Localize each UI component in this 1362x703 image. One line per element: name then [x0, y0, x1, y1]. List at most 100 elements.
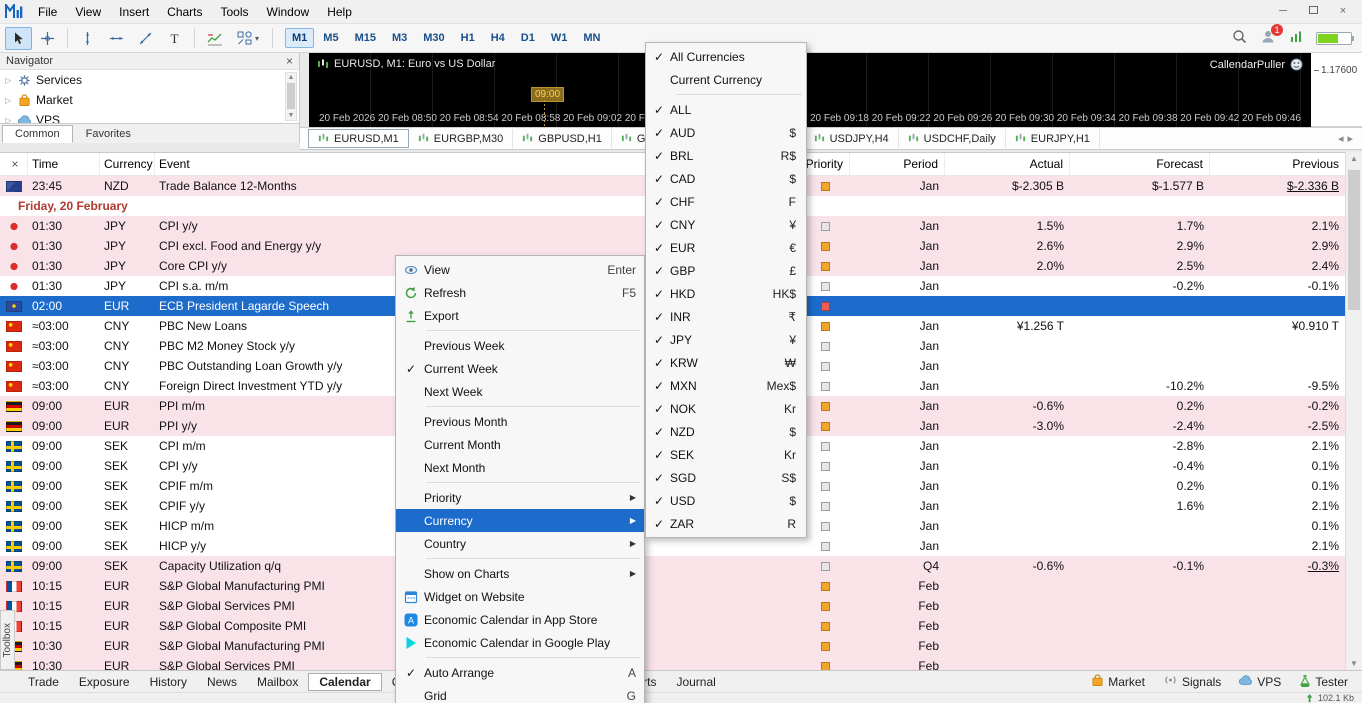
context-menu-item-previous-week[interactable]: Previous Week — [396, 334, 644, 357]
col-header-currency[interactable]: Currency — [100, 153, 155, 175]
currency-menu-item-gbp[interactable]: ✓ GBP £ — [646, 259, 806, 282]
navigator-item-services[interactable]: ▷ Services — [0, 70, 299, 90]
toolbox-side-tab[interactable]: Toolbox — [0, 610, 15, 670]
navigator-tab-common[interactable]: Common — [2, 125, 73, 143]
timeframe-w1[interactable]: W1 — [544, 28, 575, 48]
currency-menu-item-current-currency[interactable]: Current Currency — [646, 68, 806, 91]
chart-tab-gbpusd-h1[interactable]: GBPUSD,H1 — [513, 129, 612, 148]
col-header-actual[interactable]: Actual — [945, 153, 1070, 175]
currency-menu-item-nzd[interactable]: ✓ NZD $ — [646, 420, 806, 443]
context-menu-item-priority[interactable]: Priority ▶ — [396, 486, 644, 509]
chart-tab-usdchf-daily[interactable]: USDCHF,Daily — [899, 129, 1006, 148]
context-menu-item-economic-calendar-in-app-store[interactable]: A Economic Calendar in App Store — [396, 608, 644, 631]
context-menu-item-country[interactable]: Country ▶ — [396, 532, 644, 555]
calendar-scrollbar[interactable]: ▲ ▼ — [1345, 152, 1362, 670]
context-menu-item-view[interactable]: View Enter — [396, 258, 644, 281]
currency-menu-item-eur[interactable]: ✓ EUR € — [646, 236, 806, 259]
col-header-time[interactable]: Time — [28, 153, 100, 175]
toolbox-tab-calendar[interactable]: Calendar — [308, 672, 382, 691]
menubar-item-tools[interactable]: Tools — [212, 1, 258, 23]
toolbox-tab-exposure[interactable]: Exposure — [69, 673, 140, 691]
currency-menu-item-jpy[interactable]: ✓ JPY ¥ — [646, 328, 806, 351]
col-header-forecast[interactable]: Forecast — [1070, 153, 1210, 175]
trendline-tool-icon[interactable] — [132, 27, 159, 50]
expert-advisor-label[interactable]: CallendarPuller — [1210, 58, 1303, 71]
timeframe-m5[interactable]: M5 — [316, 28, 345, 48]
calendar-event-row[interactable]: 10:15 EUR S&P Global Manufacturing PMI Feb — [0, 576, 1345, 596]
toolbox-tab-history[interactable]: History — [140, 673, 197, 691]
timeframe-h4[interactable]: H4 — [484, 28, 512, 48]
menubar-item-window[interactable]: Window — [258, 1, 319, 23]
context-menu-item-widget-on-website[interactable]: Widget on Website — [396, 585, 644, 608]
chart-tab-eurjpy-h1[interactable]: EURJPY,H1 — [1006, 129, 1100, 148]
navigator-tab-favorites[interactable]: Favorites — [73, 125, 144, 143]
crosshair-tool-icon[interactable] — [34, 27, 61, 50]
context-menu-item-previous-month[interactable]: Previous Month — [396, 410, 644, 433]
scrollbar-thumb[interactable] — [1348, 170, 1360, 310]
navigator-scrollbar[interactable]: ▲ ▼ — [285, 72, 297, 121]
chart-canvas[interactable]: EURUSD, M1: Euro vs US Dollar CallendarP… — [309, 53, 1311, 127]
search-icon[interactable] — [1232, 29, 1247, 47]
currency-menu-item-krw[interactable]: ✓ KRW ₩ — [646, 351, 806, 374]
timeframe-m15[interactable]: M15 — [348, 28, 383, 48]
currency-menu-item-sek[interactable]: ✓ SEK Kr — [646, 443, 806, 466]
objects-tool-icon[interactable]: ▾ — [230, 27, 266, 50]
indicators-tool-icon[interactable] — [201, 27, 228, 50]
currency-menu-item-aud[interactable]: ✓ AUD $ — [646, 121, 806, 144]
timeframe-d1[interactable]: D1 — [514, 28, 542, 48]
menubar-item-insert[interactable]: Insert — [110, 1, 158, 23]
expand-arrow-icon[interactable]: ▷ — [5, 96, 18, 105]
currency-menu-item-hkd[interactable]: ✓ HKD HK$ — [646, 282, 806, 305]
horizontal-line-tool-icon[interactable] — [103, 27, 130, 50]
maximize-icon[interactable] — [1298, 3, 1328, 21]
currency-menu-item-mxn[interactable]: ✓ MXN Mex$ — [646, 374, 806, 397]
context-menu-item-refresh[interactable]: Refresh F5 — [396, 281, 644, 304]
context-menu-item-grid[interactable]: Grid G — [396, 684, 644, 703]
calendar-close-icon[interactable]: × — [8, 157, 18, 171]
context-menu-item-show-on-charts[interactable]: Show on Charts ▶ — [396, 562, 644, 585]
col-header-previous[interactable]: Previous — [1210, 153, 1345, 175]
calendar-event-row[interactable]: 09:00 SEK HICP y/y Jan 2.1% — [0, 536, 1345, 556]
vertical-line-tool-icon[interactable] — [74, 27, 101, 50]
signals-chart-icon[interactable] — [1289, 30, 1303, 47]
context-menu-item-next-month[interactable]: Next Month — [396, 456, 644, 479]
context-menu-item-current-month[interactable]: Current Month — [396, 433, 644, 456]
expand-arrow-icon[interactable]: ▷ — [5, 76, 18, 85]
menubar-item-file[interactable]: File — [29, 1, 66, 23]
currency-menu-item-chf[interactable]: ✓ CHF F — [646, 190, 806, 213]
context-menu-item-currency[interactable]: Currency ▶ — [396, 509, 644, 532]
toolbox-tab-mailbox[interactable]: Mailbox — [247, 673, 308, 691]
currency-menu-item-brl[interactable]: ✓ BRL R$ — [646, 144, 806, 167]
status-link-signals[interactable]: Signals — [1163, 674, 1221, 689]
col-header-priority[interactable]: Priority — [800, 153, 850, 175]
timeframe-h1[interactable]: H1 — [454, 28, 482, 48]
menubar-item-charts[interactable]: Charts — [158, 1, 211, 23]
currency-menu-item-sgd[interactable]: ✓ SGD S$ — [646, 466, 806, 489]
context-menu-item-next-week[interactable]: Next Week — [396, 380, 644, 403]
calendar-event-row[interactable]: 10:15 EUR S&P Global Services PMI Feb — [0, 596, 1345, 616]
cursor-tool-icon[interactable] — [5, 26, 32, 50]
timeframe-m30[interactable]: M30 — [416, 28, 451, 48]
timeframe-m3[interactable]: M3 — [385, 28, 414, 48]
toolbox-tab-trade[interactable]: Trade — [18, 673, 69, 691]
context-menu-item-current-week[interactable]: ✓ Current Week — [396, 357, 644, 380]
currency-menu-item-nok[interactable]: ✓ NOK Kr — [646, 397, 806, 420]
currency-menu-item-zar[interactable]: ✓ ZAR R — [646, 512, 806, 535]
text-tool-icon[interactable]: T — [161, 27, 188, 50]
navigator-item-market[interactable]: ▷ Market — [0, 90, 299, 110]
calendar-event-row[interactable]: 10:30 EUR S&P Global Services PMI Feb — [0, 656, 1345, 670]
context-menu-item-auto-arrange[interactable]: ✓ Auto Arrange A — [396, 661, 644, 684]
close-icon[interactable]: × — [1328, 3, 1358, 21]
scroll-up-icon[interactable]: ▲ — [1346, 154, 1362, 163]
currency-menu-item-all-currencies[interactable]: ✓ All Currencies — [646, 45, 806, 68]
currency-menu-item-all[interactable]: ✓ ALL — [646, 98, 806, 121]
chart-tab-eurgbp-m30[interactable]: EURGBP,M30 — [409, 129, 514, 148]
menubar-item-view[interactable]: View — [66, 1, 110, 23]
currency-menu-item-usd[interactable]: ✓ USD $ — [646, 489, 806, 512]
calendar-event-row[interactable]: 10:30 EUR S&P Global Manufacturing PMI Feb — [0, 636, 1345, 656]
tab-scroll-arrows-icon[interactable]: ◂▸ — [1338, 132, 1357, 145]
menubar-item-help[interactable]: Help — [318, 1, 361, 23]
calendar-event-row[interactable]: 10:15 EUR S&P Global Composite PMI Feb — [0, 616, 1345, 636]
toolbox-tab-news[interactable]: News — [197, 673, 247, 691]
status-link-vps[interactable]: VPS — [1239, 674, 1281, 689]
